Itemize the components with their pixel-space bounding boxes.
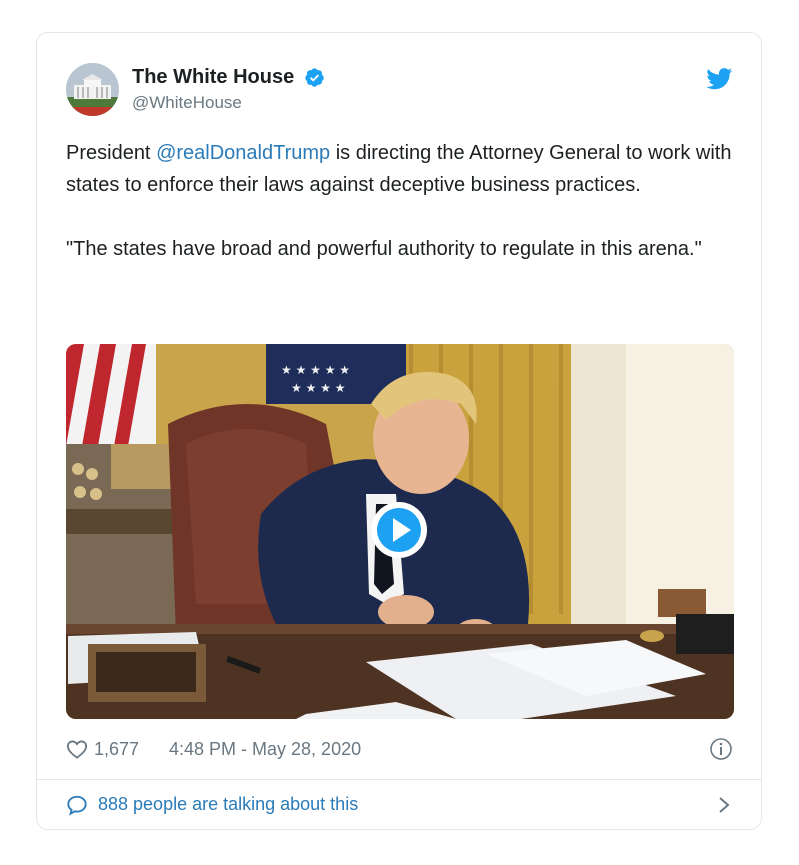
mention-link[interactable]: @realDonaldTrump: [156, 142, 330, 164]
svg-text:★ ★ ★ ★ ★: ★ ★ ★ ★ ★: [281, 363, 350, 377]
tweet-text: President @realDonaldTrump is directing …: [66, 137, 736, 265]
heart-icon[interactable]: [66, 739, 88, 759]
tweet-card: The White House @WhiteHouse President @r…: [36, 32, 762, 830]
verified-badge-icon: [304, 68, 324, 87]
speech-bubble-icon: [67, 795, 87, 816]
chevron-right-icon[interactable]: [717, 794, 731, 816]
info-icon[interactable]: [709, 737, 733, 761]
play-icon[interactable]: [369, 500, 429, 560]
conversation-link[interactable]: 888 people are talking about this: [66, 790, 733, 820]
divider: [37, 779, 761, 780]
svg-text:★ ★ ★ ★: ★ ★ ★ ★: [291, 381, 345, 395]
tweet-text-part: President: [66, 142, 157, 164]
video-player[interactable]: ★ ★ ★ ★ ★ ★ ★ ★ ★: [66, 344, 734, 719]
timestamp-link[interactable]: 4:48 PM - May 28, 2020: [169, 739, 361, 760]
handle[interactable]: @WhiteHouse: [132, 93, 325, 113]
like-count[interactable]: 1,677: [94, 739, 139, 760]
tweet-meta: 1,677 4:48 PM - May 28, 2020: [66, 736, 733, 764]
tweet-header: The White House @WhiteHouse: [66, 63, 733, 119]
twitter-bird-icon[interactable]: [706, 68, 733, 90]
avatar[interactable]: [66, 63, 119, 116]
display-name[interactable]: The White House: [132, 66, 294, 89]
talk-label[interactable]: 888 people are talking about this: [98, 794, 358, 815]
account-names: The White House @WhiteHouse: [132, 66, 325, 113]
